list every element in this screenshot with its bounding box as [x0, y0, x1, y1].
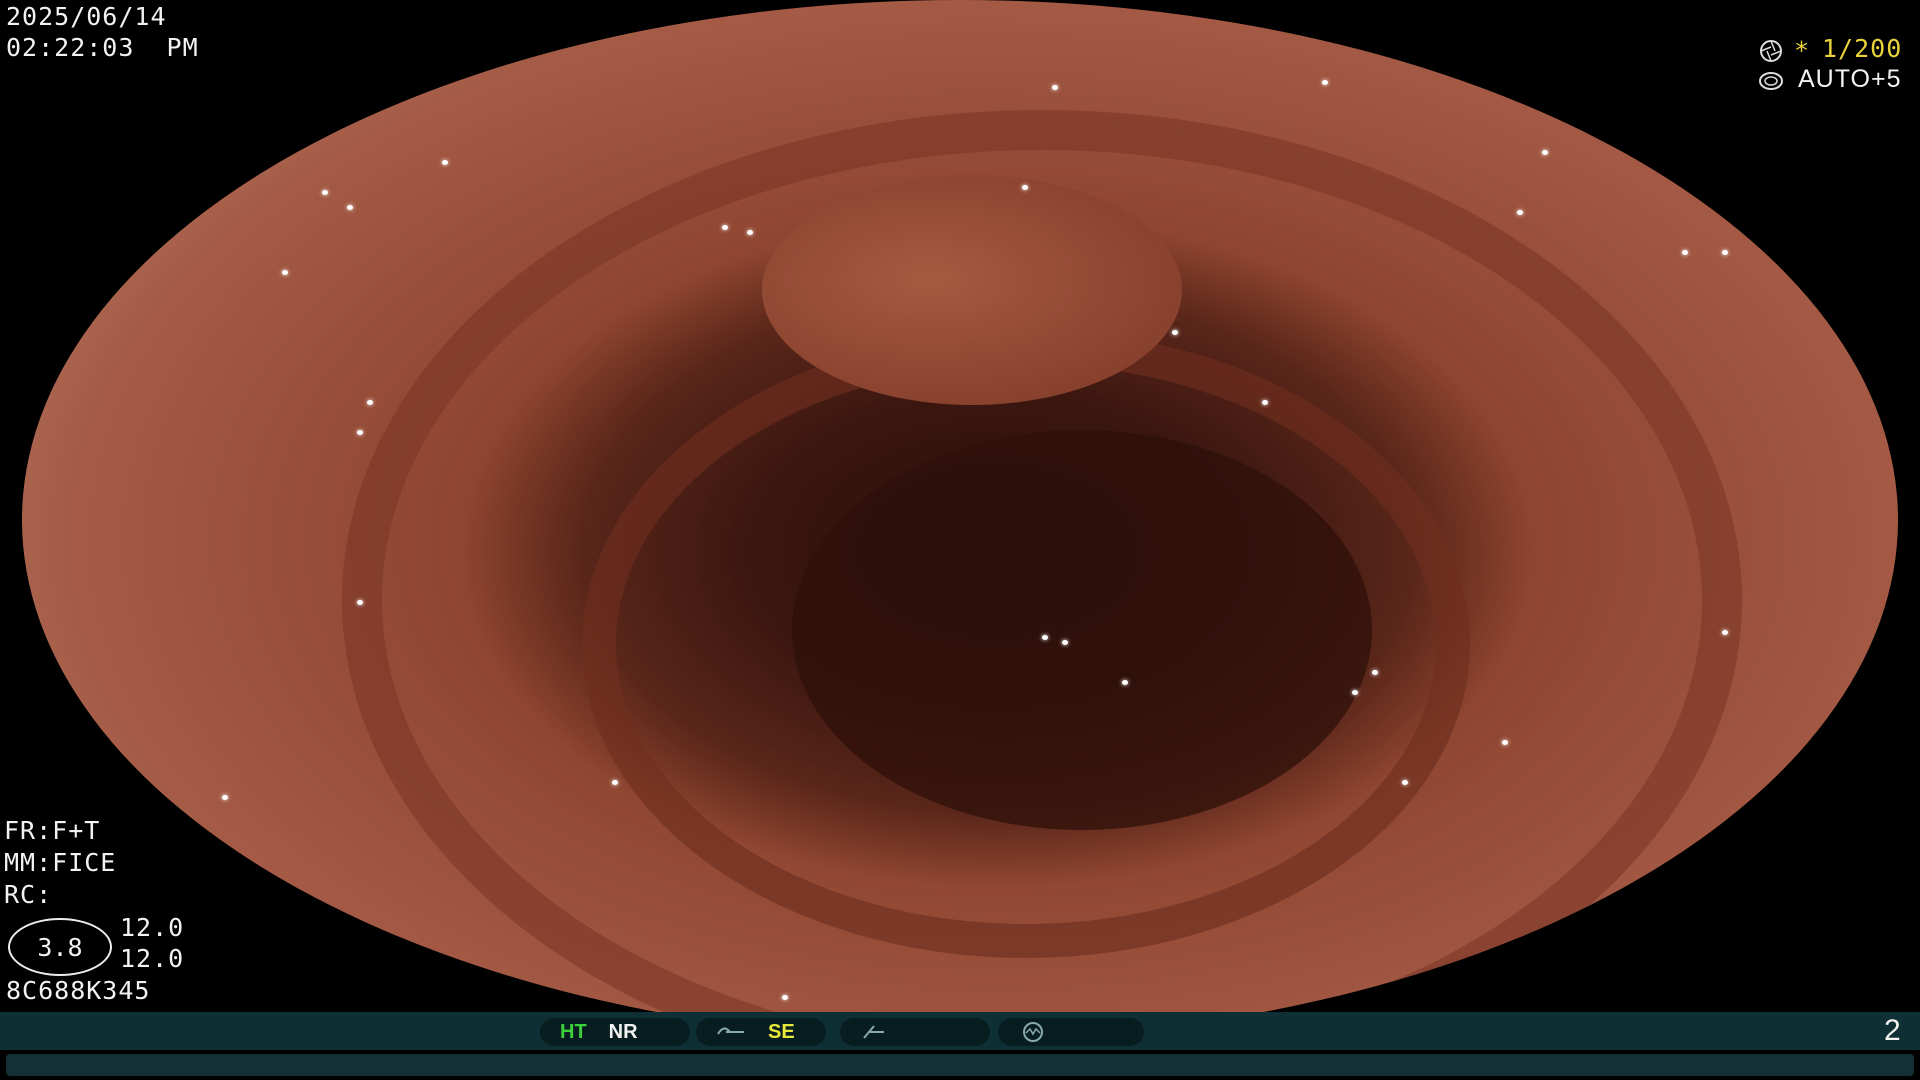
- mode-pill: [998, 1018, 1144, 1046]
- polyp: [762, 175, 1182, 405]
- shutter-value: 1/200: [1822, 34, 1903, 63]
- value-top: 12.0: [120, 913, 185, 942]
- time-text: 02:22:03 PM: [6, 33, 199, 62]
- ht-nr-pill: HT NR: [540, 1018, 690, 1046]
- exposure-value: AUTO+5: [1798, 65, 1902, 93]
- structure-icon: [717, 1027, 744, 1035]
- value-bottom: 12.0: [120, 944, 185, 973]
- serial-text: 8C688K345: [6, 976, 151, 1005]
- nr-label: NR: [608, 1020, 638, 1043]
- rc-text: RC:: [4, 880, 53, 909]
- ellipse-badge: 3.8: [8, 918, 112, 976]
- color-pill: [840, 1018, 990, 1046]
- shutter-mark: *: [1794, 36, 1811, 65]
- endoscope-image: [22, 0, 1898, 1040]
- iris-icon: [1759, 72, 1783, 90]
- se-label: SE: [768, 1020, 795, 1043]
- aperture-icon: [1760, 40, 1782, 62]
- fr-text: FR:F+T: [4, 816, 101, 845]
- scope-mode-icon: [1023, 1022, 1043, 1042]
- date-text: 2025/06/14: [6, 2, 167, 31]
- ellipse-value: 3.8: [37, 932, 83, 962]
- lumen: [792, 430, 1372, 830]
- mm-text: MM:FICE: [4, 848, 117, 877]
- status-bar-bottom: [6, 1054, 1914, 1076]
- color-icon: [863, 1025, 884, 1039]
- page-number: 2: [1884, 1014, 1902, 1047]
- se-pill: SE: [696, 1018, 826, 1046]
- ht-label: HT: [560, 1020, 587, 1043]
